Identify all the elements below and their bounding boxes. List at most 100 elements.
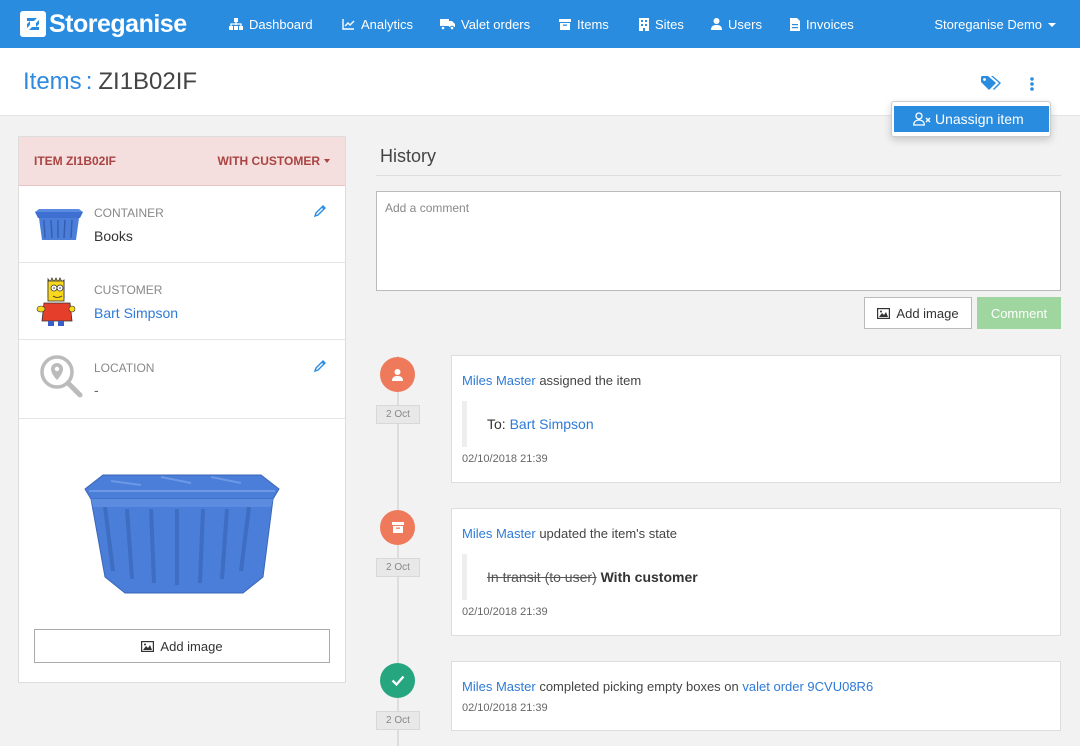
comment-button[interactable]: Comment bbox=[977, 297, 1061, 329]
image-icon bbox=[141, 640, 155, 652]
event-action: updated the item's state bbox=[539, 526, 677, 541]
top-navbar: Storeganise Dashboard Analytics Valet or… bbox=[0, 0, 1080, 48]
history-add-image-label: Add image bbox=[896, 305, 959, 321]
chevron-down-icon bbox=[324, 159, 330, 163]
invoice-icon bbox=[790, 17, 800, 31]
nav-users-label: Users bbox=[728, 16, 762, 32]
container-value: Books bbox=[94, 228, 133, 244]
tags-icon bbox=[981, 76, 1001, 90]
edit-location-pencil-icon[interactable] bbox=[313, 359, 327, 373]
brand-logo[interactable]: Storeganise bbox=[20, 9, 187, 38]
account-name: Storeganise Demo bbox=[934, 16, 1042, 32]
item-status-label: WITH CUSTOMER bbox=[217, 154, 320, 168]
event-timestamp: 02/10/2018 21:39 bbox=[462, 606, 548, 618]
location-search-icon bbox=[40, 355, 83, 398]
timeline-date: 2 Oct bbox=[376, 558, 420, 577]
nav-analytics[interactable]: Analytics bbox=[342, 0, 413, 48]
more-options-button[interactable] bbox=[1029, 77, 1035, 94]
item-code: ZI1B02IF bbox=[98, 68, 198, 95]
tags-button[interactable] bbox=[981, 76, 1001, 94]
storage-box-thumbnail bbox=[35, 209, 83, 240]
user-icon bbox=[711, 18, 722, 30]
nav-dashboard-label: Dashboard bbox=[249, 16, 313, 32]
customer-row: CUSTOMER Bart Simpson bbox=[19, 263, 345, 340]
page-title: Items: ZI1B02IF bbox=[23, 68, 197, 96]
location-label: LOCATION bbox=[94, 361, 155, 375]
nav-items[interactable]: Items bbox=[559, 0, 609, 48]
truck-icon bbox=[440, 19, 455, 30]
brand-name: Storeganise bbox=[49, 9, 187, 38]
valet-order-link[interactable]: valet order 9CVU08R6 bbox=[742, 679, 873, 694]
chevron-down-icon bbox=[1048, 23, 1056, 27]
breadcrumb-items-link[interactable]: Items bbox=[23, 68, 82, 95]
event-to-label: To: bbox=[487, 416, 506, 432]
timeline-marker-completed bbox=[380, 663, 415, 698]
kebab-menu-icon bbox=[1030, 77, 1034, 91]
nav-dashboard[interactable]: Dashboard bbox=[229, 0, 313, 48]
history-event: Miles Master updated the item's state In… bbox=[451, 508, 1061, 636]
nav-sites[interactable]: Sites bbox=[639, 0, 684, 48]
item-add-image-label: Add image bbox=[160, 638, 223, 654]
item-id-label: ITEM ZI1B02IF bbox=[34, 154, 117, 168]
nav-items-label: Items bbox=[577, 16, 609, 32]
new-state: With customer bbox=[600, 569, 698, 585]
old-state: In transit (to user) bbox=[487, 569, 597, 585]
event-actor-link[interactable]: Miles Master bbox=[462, 679, 536, 694]
event-action: completed picking empty boxes on bbox=[539, 679, 739, 694]
timeline-marker-state bbox=[380, 510, 415, 545]
analytics-icon bbox=[342, 19, 355, 30]
customer-avatar bbox=[36, 277, 76, 326]
divider bbox=[376, 175, 1061, 176]
event-detail: In transit (to user) With customer bbox=[462, 554, 962, 600]
user-remove-icon bbox=[913, 112, 931, 126]
item-status-dropdown[interactable]: WITH CUSTOMER bbox=[218, 154, 330, 168]
timeline-marker-assigned bbox=[380, 357, 415, 392]
location-value: - bbox=[94, 382, 99, 398]
unassign-item-label: Unassign item bbox=[935, 111, 1024, 127]
comment-input[interactable] bbox=[376, 191, 1061, 291]
event-actor-link[interactable]: Miles Master bbox=[462, 526, 536, 541]
history-event: Miles Master completed picking empty box… bbox=[451, 661, 1061, 731]
nav-users[interactable]: Users bbox=[711, 0, 762, 48]
dashboard-icon bbox=[229, 17, 243, 30]
building-icon bbox=[639, 17, 649, 31]
event-action: assigned the item bbox=[539, 373, 642, 388]
archive-box-icon bbox=[559, 18, 571, 30]
timeline-date: 2 Oct bbox=[376, 405, 420, 424]
customer-link[interactable]: Bart Simpson bbox=[94, 305, 178, 321]
archive-box-icon bbox=[391, 522, 404, 533]
image-icon bbox=[877, 307, 891, 319]
container-label: CONTAINER bbox=[94, 206, 164, 220]
nav-analytics-label: Analytics bbox=[361, 16, 414, 32]
event-headline: Miles Master completed picking empty box… bbox=[462, 679, 873, 694]
item-card-header: ITEM ZI1B02IF WITH CUSTOMER bbox=[19, 137, 345, 186]
history-event: Miles Master assigned the item To: Bart … bbox=[451, 355, 1061, 483]
account-menu[interactable]: Storeganise Demo bbox=[934, 0, 1056, 48]
check-icon bbox=[391, 675, 404, 686]
event-detail: To: Bart Simpson bbox=[462, 401, 962, 447]
nav-invoices-label: Invoices bbox=[806, 16, 854, 32]
user-icon bbox=[392, 368, 403, 381]
nav-valet-orders[interactable]: Valet orders bbox=[440, 0, 530, 48]
event-timestamp: 02/10/2018 21:39 bbox=[462, 702, 548, 714]
history-title: History bbox=[380, 146, 437, 166]
event-headline: Miles Master assigned the item bbox=[462, 373, 641, 388]
location-row: LOCATION - bbox=[19, 340, 345, 419]
nav-valet-orders-label: Valet orders bbox=[461, 16, 531, 32]
nav-sites-label: Sites bbox=[655, 16, 684, 32]
logo-icon bbox=[20, 11, 46, 37]
more-options-dropdown: Unassign item bbox=[891, 101, 1051, 137]
container-row: CONTAINER Books bbox=[19, 186, 345, 263]
item-photo bbox=[84, 474, 280, 594]
event-actor-link[interactable]: Miles Master bbox=[462, 373, 536, 388]
history-add-image-button[interactable]: Add image bbox=[864, 297, 972, 329]
nav-invoices[interactable]: Invoices bbox=[790, 0, 854, 48]
customer-label: CUSTOMER bbox=[94, 283, 163, 297]
unassign-item-menu-item[interactable]: Unassign item bbox=[894, 106, 1049, 132]
breadcrumb-separator: : bbox=[85, 68, 93, 95]
event-to-link[interactable]: Bart Simpson bbox=[510, 416, 594, 432]
event-headline: Miles Master updated the item's state bbox=[462, 526, 677, 541]
item-add-image-button[interactable]: Add image bbox=[34, 629, 330, 663]
edit-container-pencil-icon[interactable] bbox=[313, 204, 327, 218]
event-timestamp: 02/10/2018 21:39 bbox=[462, 453, 548, 465]
